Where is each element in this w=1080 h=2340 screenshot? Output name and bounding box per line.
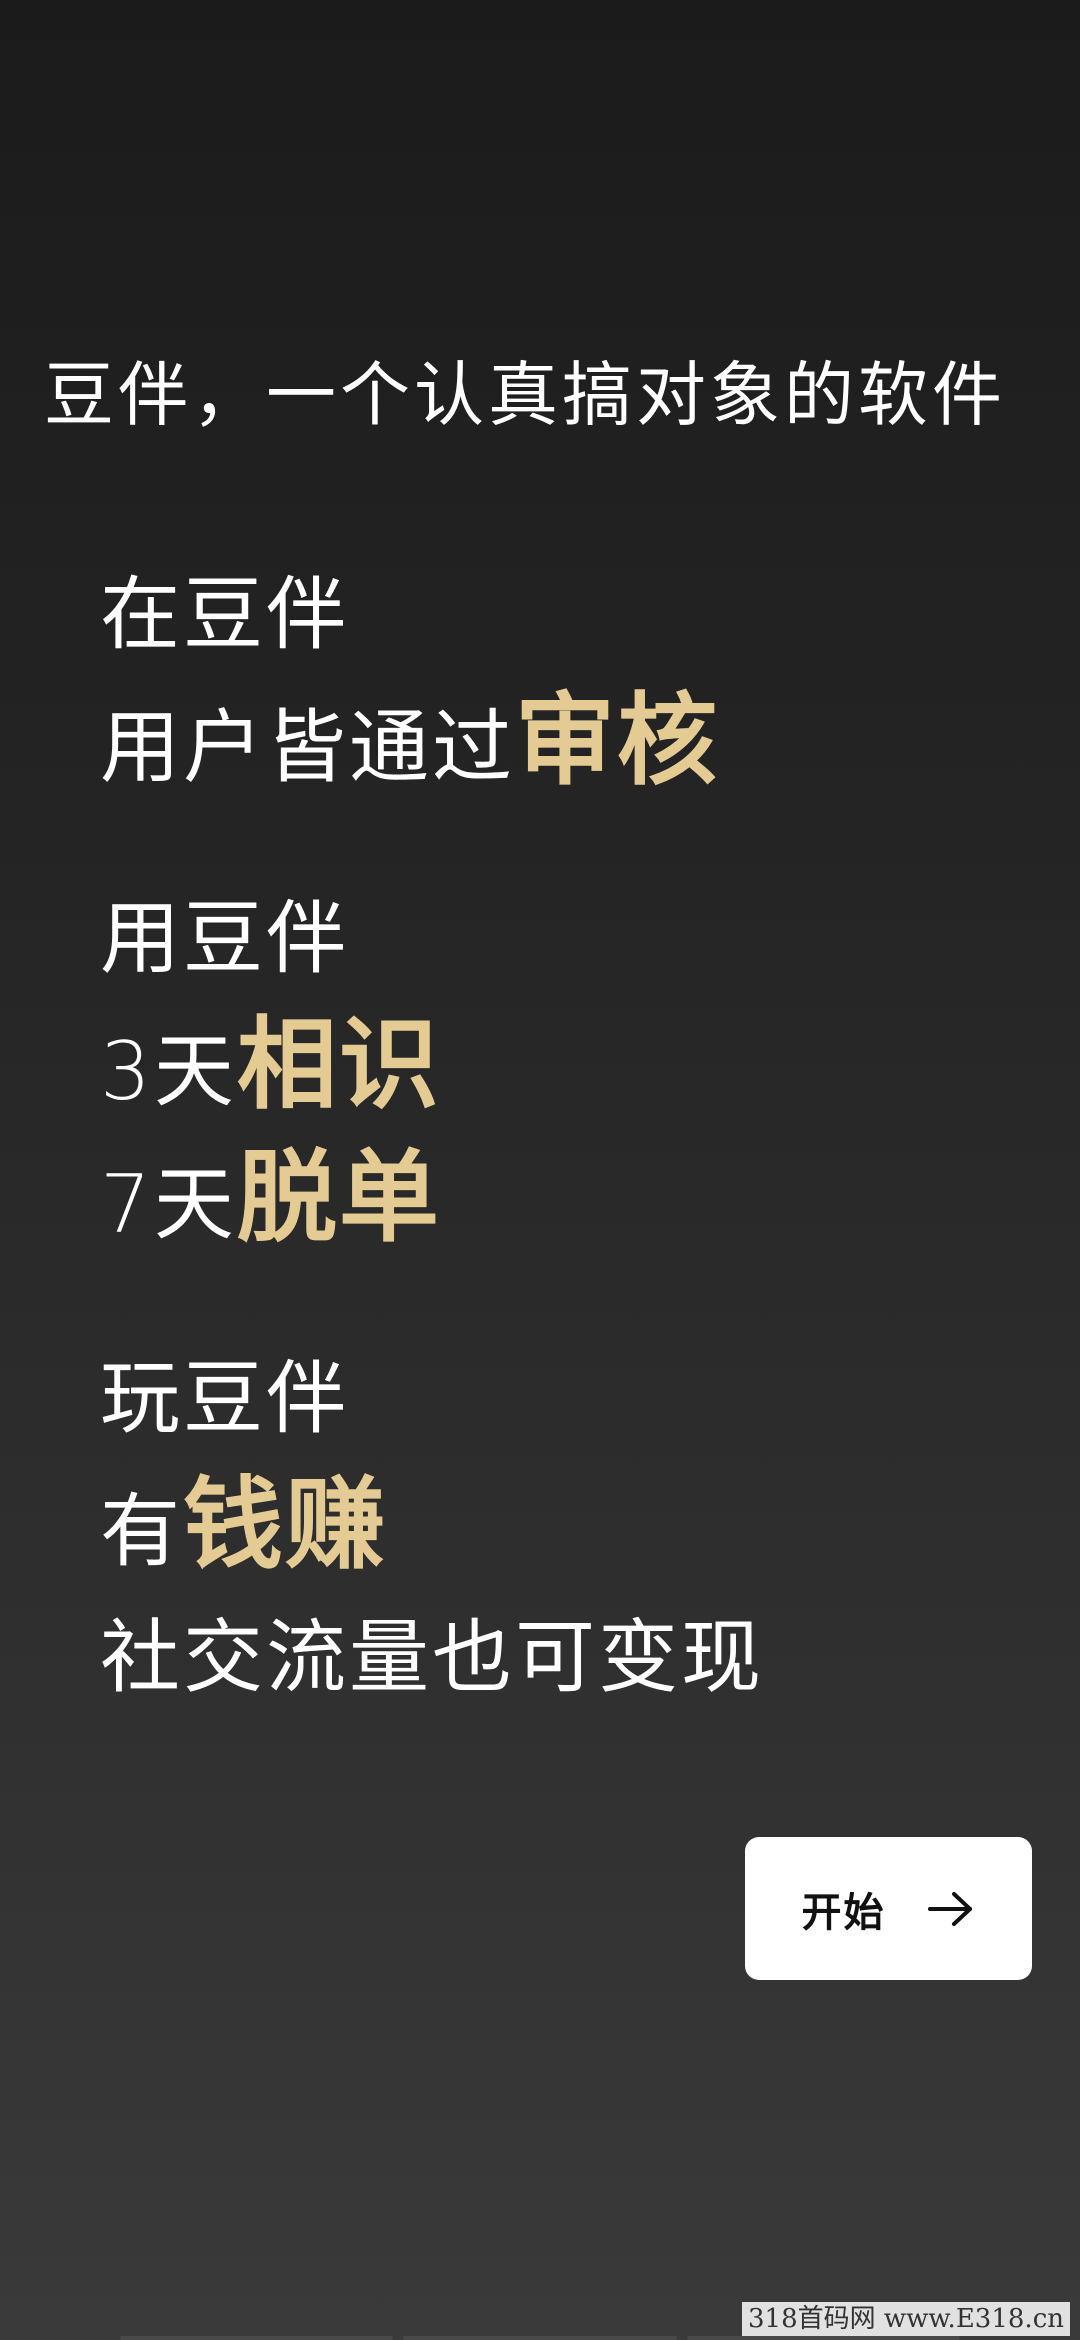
tagline: 豆伴，一个认真搞对象的软件 <box>44 354 1006 436</box>
start-button[interactable]: 开始 <box>745 1837 1032 1980</box>
highlight-text: 审核 <box>515 682 719 799</box>
line-text: 7天 <box>100 1158 237 1251</box>
feature-block-match: 用豆伴 3天相识 7天脱单 <box>100 876 1000 1268</box>
block-line: 用户皆通过审核 <box>100 678 1000 811</box>
block-line: 社交流量也可变现 <box>100 1611 764 1704</box>
highlight-text: 相识 <box>236 1006 441 1123</box>
block-line: 有钱赚 <box>100 1462 1000 1595</box>
line-text: 3天 <box>100 1025 237 1118</box>
line-text: 用户皆通过 <box>100 701 515 794</box>
indicator-segment <box>403 2336 677 2340</box>
block-heading: 在豆伴 <box>100 568 349 661</box>
feature-block-earn: 玩豆伴 有钱赚 社交流量也可变现 <box>100 1336 1000 1721</box>
arrow-right-icon <box>927 1891 972 1926</box>
highlight-text: 脱单 <box>236 1139 441 1256</box>
block-line: 7天脱单 <box>100 1135 1000 1268</box>
block-heading: 用豆伴 <box>100 892 349 985</box>
start-button-label: 开始 <box>801 1889 886 1936</box>
highlight-text: 钱赚 <box>183 1466 387 1583</box>
page-indicator-bar <box>120 2336 960 2340</box>
line-text: 有 <box>100 1485 183 1578</box>
block-line: 3天相识 <box>100 1002 1000 1135</box>
indicator-segment <box>120 2336 394 2340</box>
block-heading: 玩豆伴 <box>100 1352 349 1445</box>
indicator-segment <box>686 2336 960 2340</box>
watermark: 318首码网 www.E318.cn <box>741 2302 1070 2336</box>
onboarding-screen: 豆伴，一个认真搞对象的软件 在豆伴 用户皆通过审核 用豆伴 3天相识 7天脱单 … <box>0 0 1080 2340</box>
feature-block-review: 在豆伴 用户皆通过审核 <box>100 552 1000 811</box>
